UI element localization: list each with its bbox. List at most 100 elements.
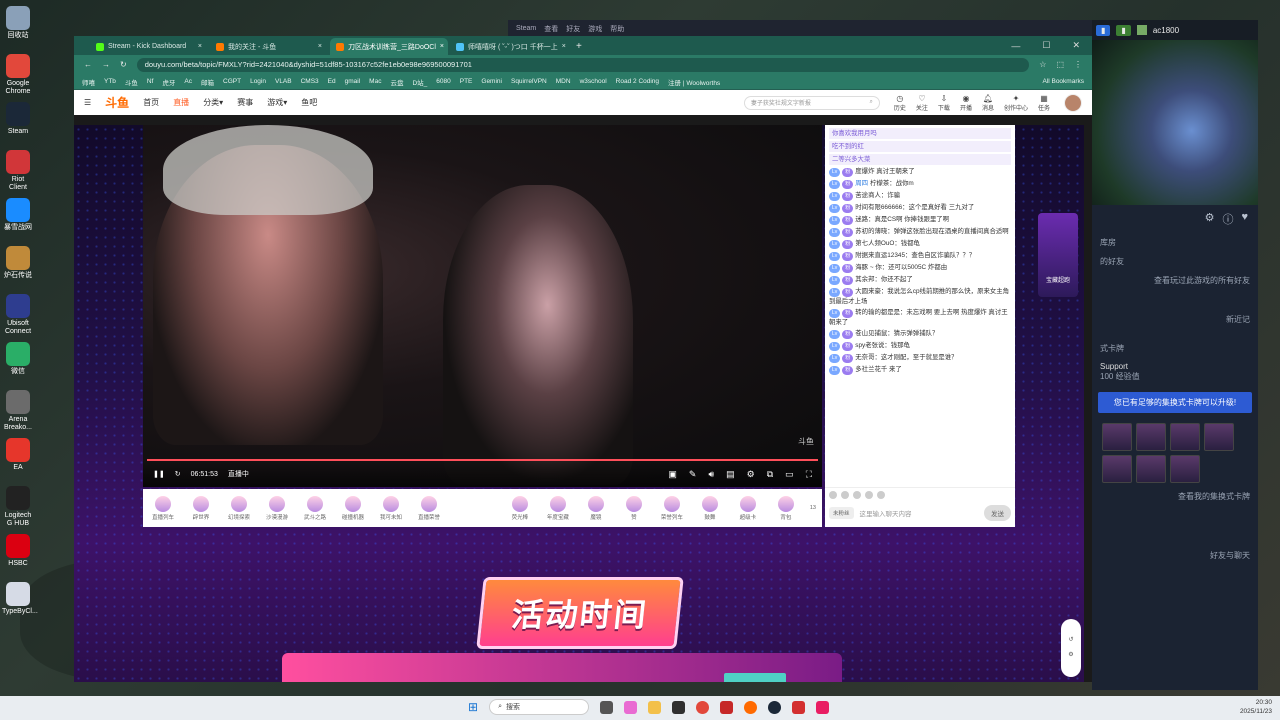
bookmark-item[interactable]: 邮箱 [201,77,214,87]
bookmark-item[interactable]: Gemini [481,78,502,85]
window-control-button[interactable]: ✕ [1072,40,1080,51]
bookmark-item[interactable]: 云盘 [390,77,403,87]
desktop-icon[interactable]: 炉石传说 [2,246,34,280]
bookmark-item[interactable]: PTE [460,78,473,85]
trading-card[interactable] [1136,423,1166,451]
gear-icon[interactable]: ⚙ [1205,211,1215,227]
taskbar-clock[interactable]: 20:30 2025/11/23 [1240,698,1272,716]
steam-menu-item[interactable]: 好友 [566,24,580,34]
gift-item[interactable]: 荣誉列车 [658,495,686,521]
bookmark-item[interactable]: Login [250,78,266,85]
trading-card[interactable] [1204,423,1234,451]
bookmark-item[interactable]: 虎牙 [162,77,175,87]
nav-link[interactable]: 鱼吧 [301,98,317,107]
reload-icon[interactable]: ↻ [120,60,127,69]
barrage-icon[interactable]: ▣ [668,469,677,480]
search-icon[interactable]: ⌕ [870,99,873,106]
header-icon-button[interactable]: ◷ 历史 [894,94,906,112]
gift-item[interactable]: 年度宝藏 [544,495,572,521]
gift-item[interactable]: 沙漠漫游 [263,495,291,521]
steam-menu-item[interactable]: 游戏 [588,24,602,34]
extensions-icon[interactable]: ⬚ [1056,60,1064,69]
bookmark-item[interactable]: D站_ [412,77,427,87]
steam-menu-item[interactable]: 查看 [544,24,558,34]
all-bookmarks-button[interactable]: All Bookmarks [1042,78,1084,85]
bookmark-item[interactable]: YTb [104,78,116,85]
app-icon[interactable] [672,700,686,714]
info-icon[interactable]: ⓘ [1222,211,1233,227]
gift-item[interactable]: 荧光棒 [506,495,534,521]
netease-icon[interactable] [792,700,806,714]
browser-tab[interactable]: Stream - Kick Dashboard × [90,38,208,55]
file-explorer-icon[interactable] [648,700,662,714]
chat-username[interactable]: 周四 [855,180,868,187]
header-icon-button[interactable]: ♡ 关注 [916,94,928,112]
steam-view-cards-link[interactable]: 查看我的集换式卡牌 [1092,487,1258,506]
gift-item[interactable]: 碰撞机器 [339,495,367,521]
douyu-icon[interactable] [744,700,758,714]
bookmark-star-icon[interactable]: ☆ [1039,60,1046,69]
desktop-icon[interactable]: Arena Breako... [2,390,34,432]
steam-menu-item[interactable]: Steam [516,25,536,32]
nav-link[interactable]: 首页 [143,98,159,107]
app-icon[interactable] [816,700,830,714]
settings-icon[interactable]: ⚙ [1061,651,1081,658]
steam-upgrade-banner[interactable]: 您已有足够的集换式卡牌可以升级! [1098,392,1252,413]
side-promo[interactable]: 宝藏超跑 [1038,213,1078,297]
header-icon-button[interactable]: ▦ 任务 [1038,94,1050,112]
bookmark-item[interactable]: Road 2 Coding [616,78,659,85]
steam-icon[interactable] [768,700,782,714]
bookmark-item[interactable]: w3school [580,78,607,85]
close-icon[interactable]: × [198,43,202,50]
browser-tab[interactable]: 师嘻嘻呀 ( ˘ᵕ˘ )つ口 千杯一上 × [450,38,568,55]
hamburger-icon[interactable]: ☰ [84,98,91,107]
trading-card[interactable] [1102,423,1132,451]
header-icon-button[interactable]: ⇩ 下载 [938,94,950,112]
steam-chat-label[interactable]: 好友与聊天 [1092,546,1258,565]
steam-friend-entry[interactable]: Support 100 经验值 [1092,358,1258,386]
bookmark-item[interactable]: 注册 | Woolworths [668,77,720,87]
notification-icon[interactable]: ▮ [1096,24,1111,36]
windows-start-icon[interactable]: ⊞ [468,700,478,714]
emoji-icon[interactable] [829,490,837,499]
close-icon[interactable]: × [562,43,566,50]
fans-badge[interactable]: 未粉丝 [829,507,854,519]
gift-item[interactable]: 鼓舞 [696,495,724,521]
douyu-logo[interactable]: 斗鱼 [105,94,129,111]
steam-all-friends-link[interactable]: 查看玩过此游戏的所有好友 [1092,271,1258,290]
bookmark-item[interactable]: CMS3 [301,78,319,85]
desktop-icon[interactable]: 暴雪战网 [2,198,34,232]
bookmark-item[interactable]: 师嘻 [82,77,95,87]
pause-icon[interactable]: ❚❚ [153,470,165,478]
send-button[interactable]: 发送 [984,505,1011,521]
heart-icon[interactable]: ♥ [1241,211,1248,227]
gift-item[interactable]: 赞 [620,495,648,521]
close-icon[interactable]: × [440,43,444,50]
bookmark-item[interactable]: Ac [184,78,192,85]
gift-icon[interactable] [841,490,849,499]
search-input[interactable]: 妻子获奖社规文字新报 ⌕ [743,95,880,110]
pip-icon[interactable]: ⧉ [767,469,773,480]
task-view-icon[interactable] [600,700,614,714]
bookmark-item[interactable]: Mac [369,78,381,85]
browser-tab[interactable]: 我的关注 - 斗鱼 × [210,38,328,55]
header-icon-button[interactable]: ◉ 开播 [960,94,972,112]
widget-icon[interactable] [624,700,638,714]
chat-input[interactable]: 这里输入聊天内容 [860,508,978,518]
nav-link[interactable]: 赛事 [237,98,253,107]
settings-icon[interactable]: ⚙ [747,469,755,480]
steam-menu-item[interactable]: 帮助 [610,24,624,34]
url-field[interactable]: douyu.com/beta/topic/FMXLY?rid=2421040&d… [136,57,1030,72]
nav-link[interactable]: 直播 [173,98,189,107]
desktop-icon[interactable]: Google Chrome [2,54,34,96]
desktop-icon[interactable]: EA [2,438,34,472]
refresh-icon[interactable]: ↻ [175,470,181,478]
back-icon[interactable]: ← [84,60,92,69]
barrage-style-icon[interactable] [865,490,873,499]
forward-icon[interactable]: → [102,60,110,69]
nav-link[interactable]: 分类▾ [203,98,223,107]
gift-item[interactable]: 魔镜 [582,495,610,521]
chrome-icon[interactable] [696,700,710,714]
trading-card[interactable] [1136,455,1166,483]
gift-item[interactable]: 直播荣誉 [415,495,443,521]
